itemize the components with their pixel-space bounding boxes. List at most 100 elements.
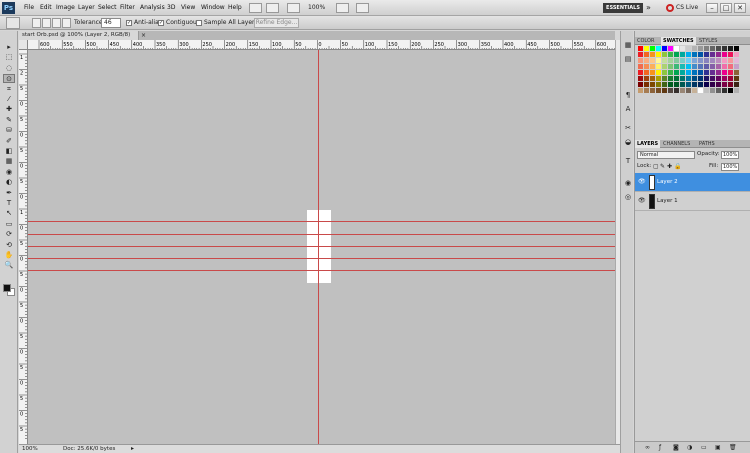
color-swatch[interactable] [686,88,691,93]
maximize-button[interactable]: □ [720,3,732,13]
menu-file[interactable]: File [24,0,34,16]
color-swatch[interactable] [668,46,673,51]
quick-select-tool[interactable]: ⊙ [3,74,15,84]
document-canvas[interactable] [28,50,615,444]
guide-horizontal[interactable] [28,234,615,235]
color-swatch[interactable] [650,76,655,81]
color-swatch[interactable] [650,58,655,63]
color-swatch[interactable] [698,46,703,51]
cs-live-button[interactable]: CS Live [676,3,698,13]
color-swatch[interactable] [698,52,703,57]
new-group-icon[interactable]: ▭ [701,444,707,451]
color-swatch[interactable] [734,88,739,93]
zoom-level[interactable]: 100% [308,3,325,13]
color-swatch[interactable] [680,46,685,51]
color-swatch[interactable] [680,64,685,69]
color-swatch[interactable] [656,64,661,69]
new-layer-icon[interactable]: ▣ [715,444,721,451]
color-swatch[interactable] [728,58,733,63]
screen-mode-icon[interactable] [356,3,369,13]
lock-image-icon[interactable]: ✎ [660,161,665,172]
color-swatch[interactable] [668,82,673,87]
color-swatch[interactable] [722,88,727,93]
sample-all-checkbox[interactable] [196,20,202,26]
color-swatch[interactable] [728,64,733,69]
paragraph-icon[interactable]: ¶ [623,91,633,100]
color-panel-icon[interactable]: ▦ [623,41,633,50]
color-swatch[interactable] [650,82,655,87]
3d-orbit-tool[interactable]: ⟲ [3,241,15,250]
brush-preset-icon[interactable]: ◒ [623,138,633,147]
color-swatch[interactable] [710,46,715,51]
color-swatch[interactable] [644,70,649,75]
color-swatch[interactable] [680,82,685,87]
color-swatch[interactable] [644,46,649,51]
color-swatch[interactable] [704,70,709,75]
color-swatch[interactable] [644,82,649,87]
color-swatch[interactable] [734,46,739,51]
menu-layer[interactable]: Layer [78,0,95,16]
color-swatch[interactable] [680,52,685,57]
antialias-checkbox[interactable]: ✓ [126,20,132,26]
lasso-tool[interactable]: ◌ [3,64,15,73]
color-swatch[interactable] [674,46,679,51]
color-swatch[interactable] [734,58,739,63]
bridge-icon[interactable] [249,3,262,13]
color-swatch[interactable] [686,58,691,63]
tab-swatches[interactable]: SWATCHES [661,37,696,45]
color-swatch[interactable] [722,46,727,51]
color-swatch[interactable] [680,76,685,81]
color-swatch[interactable] [662,64,667,69]
color-swatch[interactable] [674,76,679,81]
minibridge-icon[interactable] [266,3,279,13]
vertical-ruler[interactable]: 1250505050105050505050505 [19,50,28,444]
color-swatch[interactable] [674,64,679,69]
color-swatch[interactable] [668,52,673,57]
color-swatch[interactable] [638,64,643,69]
color-swatch[interactable] [644,76,649,81]
color-swatch[interactable] [692,52,697,57]
3d-rotate-tool[interactable]: ⟳ [3,230,15,239]
color-swatch[interactable] [692,70,697,75]
shape-tool[interactable]: ▭ [3,220,15,229]
color-swatch[interactable] [638,58,643,63]
path-select-tool[interactable]: ↖ [3,209,15,218]
color-swatch[interactable] [722,58,727,63]
color-swatch[interactable] [716,46,721,51]
type-panel-icon[interactable]: T [623,157,633,166]
color-swatch[interactable] [650,88,655,93]
layer-row[interactable]: 👁 Layer 1 [635,192,750,211]
color-swatch[interactable] [728,76,733,81]
swatch-panel-icon[interactable]: ▤ [623,55,633,64]
color-swatch[interactable] [734,70,739,75]
menu-filter[interactable]: Filter [120,0,135,16]
color-swatch[interactable] [710,76,715,81]
color-swatch[interactable] [710,64,715,69]
color-swatch[interactable] [668,76,673,81]
tab-paths[interactable]: PATHS [697,140,717,148]
lock-transparent-icon[interactable]: ▢ [653,161,659,172]
type-tool[interactable]: T [3,199,15,208]
history-brush-tool[interactable]: ✐ [3,137,15,146]
color-swatch[interactable] [716,58,721,63]
color-swatch[interactable] [692,46,697,51]
color-swatch[interactable] [716,52,721,57]
channels-panel-icon[interactable]: ◎ [623,193,633,202]
color-swatch[interactable] [686,52,691,57]
color-swatch[interactable] [638,70,643,75]
color-swatch[interactable] [644,52,649,57]
fill-input[interactable]: 100% [721,163,739,171]
color-swatch[interactable] [656,46,661,51]
color-swatch[interactable] [662,70,667,75]
color-swatch[interactable] [692,64,697,69]
color-swatch[interactable] [704,76,709,81]
color-swatch[interactable] [722,64,727,69]
document-tab[interactable]: start Orb.psd @ 100% (Layer 2, RGB/8) [19,31,139,40]
eyedropper-tool[interactable]: ⁄ [3,95,15,104]
clone-tool[interactable]: ⛁ [3,126,15,135]
color-swatch[interactable] [638,76,643,81]
color-swatch[interactable] [692,88,697,93]
menu-select[interactable]: Select [98,0,117,16]
blur-tool[interactable]: ◉ [3,168,15,177]
delete-layer-icon[interactable]: 🗑 [729,444,737,451]
